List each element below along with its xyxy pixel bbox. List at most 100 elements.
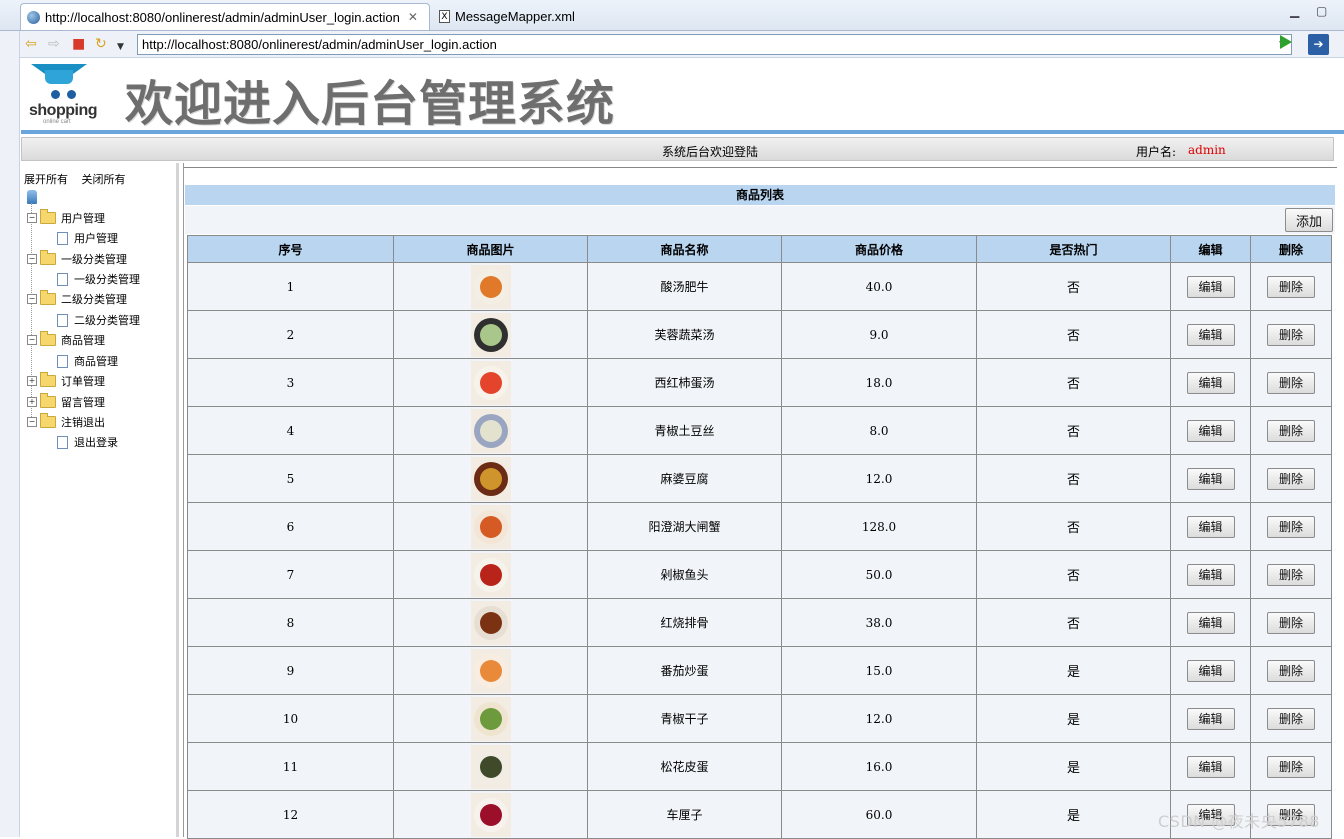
tree-leaf-label: 用户管理 <box>74 232 118 245</box>
collapse-icon[interactable]: − <box>27 294 37 304</box>
edit-button[interactable]: 编辑 <box>1186 371 1235 394</box>
refresh-icon[interactable]: ↻ <box>95 36 107 52</box>
tree-guide <box>31 203 32 423</box>
collapse-icon[interactable]: − <box>27 254 37 264</box>
tree-node-label: 订单管理 <box>61 375 105 388</box>
dish-price: 8.0 <box>781 406 977 455</box>
tree-leaf-category1[interactable]: 一级分类管理 <box>57 271 140 287</box>
logo-subtext: online cart <box>43 119 71 125</box>
tree-node-goods[interactable]: − 商品管理 <box>27 331 105 348</box>
tree-leaf-category2[interactable]: 二级分类管理 <box>57 312 140 328</box>
edit-cell: 编辑 <box>1170 406 1251 455</box>
goods-table-body: 1 酸汤肥牛 40.0 否编辑 删除 2 芙蓉蔬菜汤 9.0 否编辑 删除 3 西红柿蛋汤 18.0 否编… <box>187 262 1332 839</box>
dish-name: 红烧排骨 <box>587 598 782 647</box>
expand-all-link[interactable]: 展开所有 <box>24 173 68 186</box>
tree-node-label: 二级分类管理 <box>61 293 127 306</box>
dish-hot: 否 <box>976 406 1171 455</box>
collapse-icon[interactable]: − <box>27 417 37 427</box>
page-icon <box>57 313 68 327</box>
address-input[interactable]: http://localhost:8080/onlinerest/admin/a… <box>137 34 1292 55</box>
go-icon[interactable] <box>1280 35 1292 49</box>
dish-price: 38.0 <box>781 598 977 647</box>
dish-name: 青椒干子 <box>587 694 782 743</box>
external-browser-icon[interactable]: ➔ <box>1308 34 1329 55</box>
delete-button[interactable]: 删除 <box>1267 659 1315 682</box>
forward-icon[interactable]: ⇨ <box>48 36 60 52</box>
tab-xml[interactable]: X MessageMapper.xml <box>433 3 593 30</box>
minimize-icon[interactable]: ▁ <box>1290 4 1299 18</box>
edit-button[interactable]: 编辑 <box>1186 707 1235 730</box>
maximize-icon[interactable]: ▢ <box>1316 4 1327 18</box>
dish-price: 50.0 <box>781 550 977 599</box>
row-number: 5 <box>187 454 394 503</box>
tree-node-orders[interactable]: + 订单管理 <box>27 372 105 389</box>
delete-button[interactable]: 删除 <box>1267 419 1315 442</box>
expand-icon[interactable]: + <box>27 397 37 407</box>
tree-node-label: 商品管理 <box>61 334 105 347</box>
delete-button[interactable]: 删除 <box>1267 755 1315 778</box>
dish-price: 12.0 <box>781 454 977 503</box>
dish-hot: 否 <box>976 550 1171 599</box>
edit-button[interactable]: 编辑 <box>1186 323 1235 346</box>
delete-button[interactable]: 删除 <box>1267 275 1315 298</box>
dish-hot: 否 <box>976 358 1171 407</box>
delete-button[interactable]: 删除 <box>1267 515 1315 538</box>
folder-icon <box>40 393 56 408</box>
table-row: 9 番茄炒蛋 15.0 是编辑 删除 <box>187 646 1332 695</box>
tree-leaf-logout[interactable]: 退出登录 <box>57 434 118 450</box>
tree-node-logout[interactable]: − 注销退出 <box>27 413 105 430</box>
collapse-icon[interactable]: − <box>27 335 37 345</box>
page-icon <box>57 354 68 368</box>
tree-node-label: 一级分类管理 <box>61 253 127 266</box>
edit-button[interactable]: 编辑 <box>1186 563 1235 586</box>
tree-leaf-user[interactable]: 用户管理 <box>57 230 118 246</box>
edit-button[interactable]: 编辑 <box>1186 755 1235 778</box>
close-icon[interactable]: ✕ <box>408 10 418 24</box>
expand-icon[interactable]: + <box>27 376 37 386</box>
edit-button[interactable]: 编辑 <box>1186 659 1235 682</box>
tree-controls: 展开所有 关闭所有 <box>24 171 136 187</box>
tree-leaf-goods[interactable]: 商品管理 <box>57 353 118 369</box>
browser-toolbar: ⇦ ⇨ ■ ↻ ▼ http://localhost:8080/onlinere… <box>20 31 1344 58</box>
edit-button[interactable]: 编辑 <box>1186 275 1235 298</box>
back-icon[interactable]: ⇦ <box>25 36 37 52</box>
add-button[interactable]: 添加 <box>1285 208 1333 232</box>
dish-hot: 是 <box>976 742 1171 791</box>
chevron-down-icon[interactable]: ▼ <box>117 39 124 55</box>
tab-browser[interactable]: http://localhost:8080/onlinerest/admin/a… <box>20 3 430 30</box>
tree-node-category1[interactable]: − 一级分类管理 <box>27 250 127 267</box>
collapse-icon[interactable]: − <box>27 213 37 223</box>
user-label: 用户名: <box>1136 145 1177 159</box>
folder-icon <box>40 209 56 224</box>
goods-list-panel: 商品列表 添加 序号 商品图片 商品名称 商品价格 是否热门 编辑 删除 1 酸汤… <box>183 163 1344 839</box>
stop-icon[interactable]: ■ <box>72 36 85 52</box>
dish-price: 128.0 <box>781 502 977 551</box>
edit-button[interactable]: 编辑 <box>1186 467 1235 490</box>
folder-icon <box>40 290 56 305</box>
delete-button[interactable]: 删除 <box>1267 467 1315 490</box>
collapse-all-link[interactable]: 关闭所有 <box>82 173 126 186</box>
food-shape <box>479 803 502 826</box>
delete-button[interactable]: 删除 <box>1267 563 1315 586</box>
row-number: 12 <box>187 790 394 839</box>
dish-image <box>470 312 511 357</box>
dish-image-cell <box>393 358 588 407</box>
edit-button[interactable]: 编辑 <box>1186 611 1235 634</box>
tree-node-user[interactable]: − 用户管理 <box>27 209 105 226</box>
food-shape <box>479 563 502 586</box>
delete-button[interactable]: 删除 <box>1267 611 1315 634</box>
dish-hot: 是 <box>976 694 1171 743</box>
edit-button[interactable]: 编辑 <box>1186 419 1235 442</box>
row-number: 9 <box>187 646 394 695</box>
tree-node-category2[interactable]: − 二级分类管理 <box>27 290 127 307</box>
row-number: 3 <box>187 358 394 407</box>
tree-node-messages[interactable]: + 留言管理 <box>27 393 105 410</box>
edit-button[interactable]: 编辑 <box>1186 515 1235 538</box>
delete-button[interactable]: 删除 <box>1267 323 1315 346</box>
page-banner: shopping online cart 欢迎进入后台管理系统 <box>21 58 1344 132</box>
delete-button[interactable]: 删除 <box>1267 707 1315 730</box>
shopping-logo: shopping online cart <box>29 62 99 125</box>
delete-button[interactable]: 删除 <box>1267 371 1315 394</box>
dish-image-cell <box>393 646 588 695</box>
table-row: 1 酸汤肥牛 40.0 否编辑 删除 <box>187 262 1332 311</box>
